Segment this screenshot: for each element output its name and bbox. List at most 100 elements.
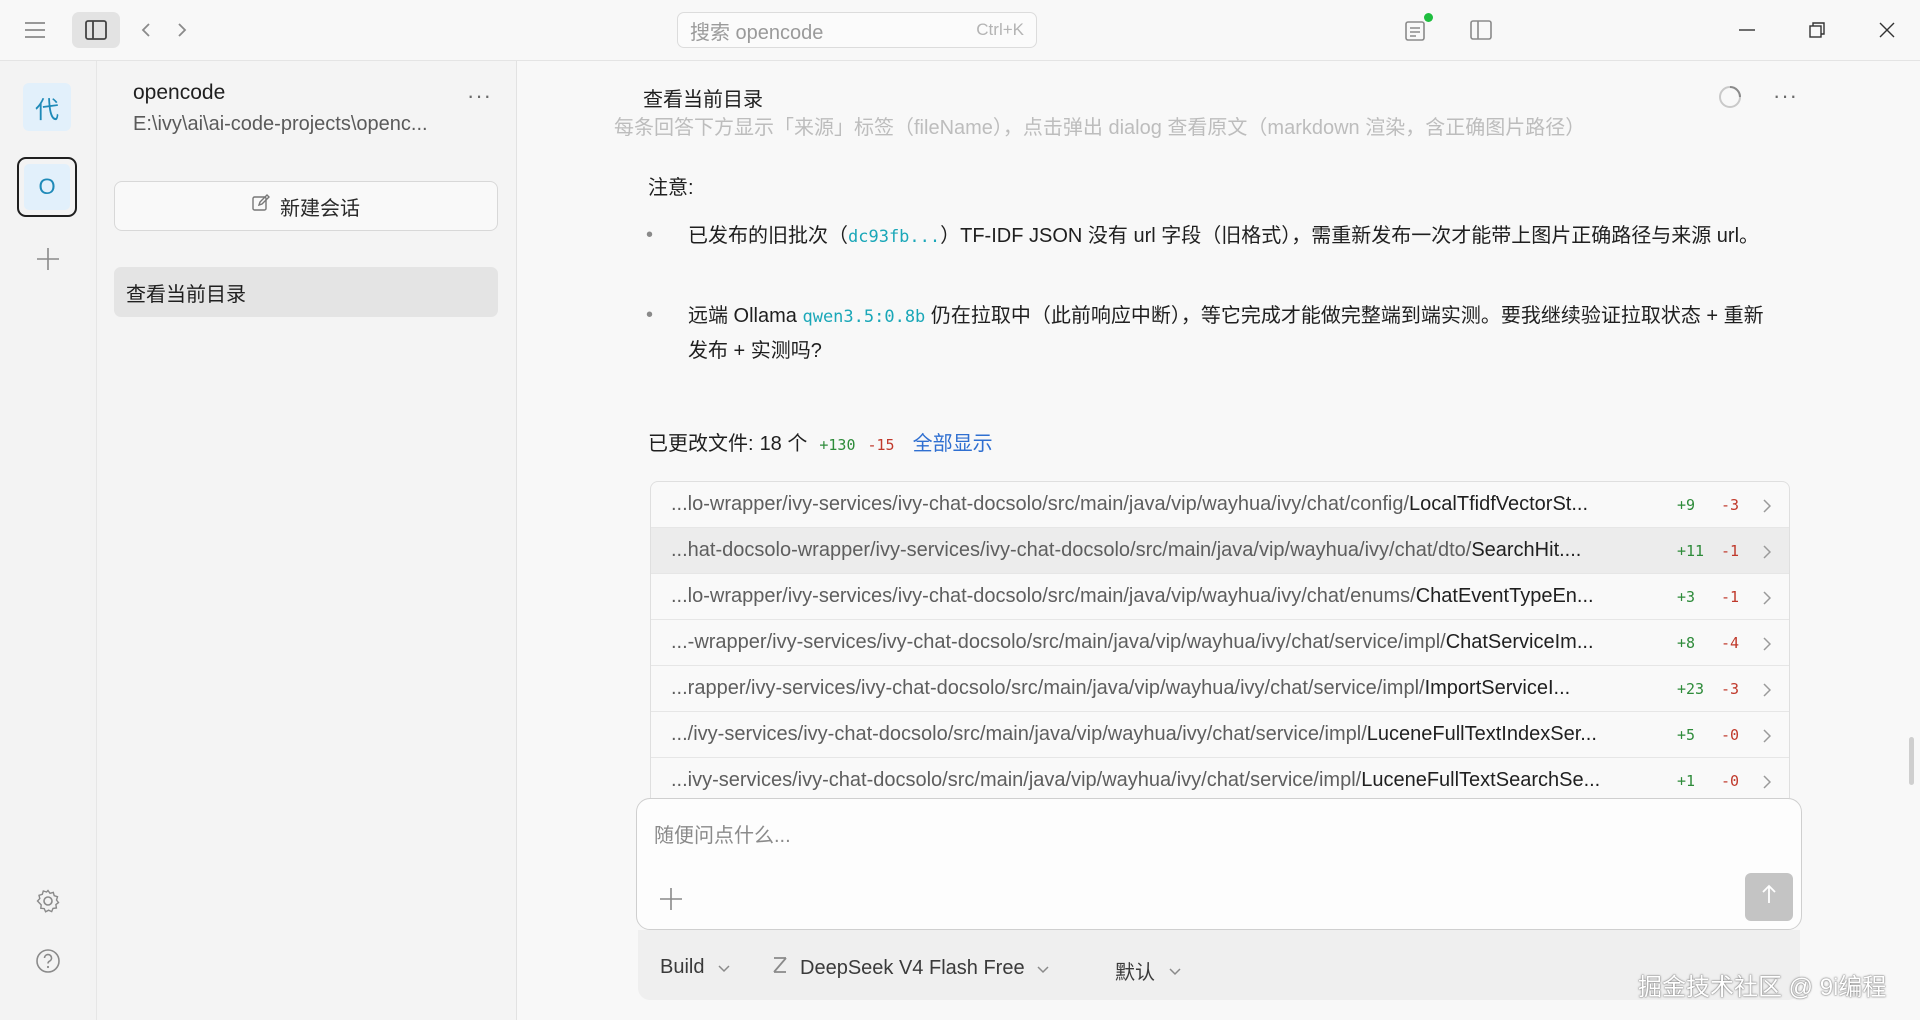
changed-files-summary: 已更改文件: 18 个 +130 -15 全部显示 [648, 427, 993, 456]
file-row[interactable]: ...-wrapper/ivy-services/ivy-chat-docsol… [651, 620, 1789, 666]
file-name: ChatServiceIm... [1445, 631, 1594, 653]
close-icon[interactable] [1875, 18, 1899, 42]
chevron-right-icon [1763, 542, 1772, 565]
agent-selector[interactable]: Build [660, 956, 731, 979]
file-row[interactable]: ...lo-wrapper/ivy-services/ivy-chat-docs… [651, 482, 1789, 528]
file-added: +9 [1677, 495, 1696, 514]
chevron-down-icon [1037, 957, 1049, 980]
model-label: DeepSeek V4 Flash Free [800, 956, 1025, 979]
file-row[interactable]: ...hat-docsolo-wrapper/ivy-services/ivy-… [651, 528, 1789, 574]
workspace-label: O [38, 174, 56, 199]
arrow-up-icon [1761, 884, 1777, 910]
chevron-down-icon [1169, 959, 1181, 982]
chevron-right-icon [1763, 772, 1772, 795]
project-name: opencode [133, 81, 226, 104]
workspace-item-dai[interactable]: 代 [23, 83, 71, 131]
file-dir: ...hat-docsolo-wrapper/ivy-services/ivy-… [671, 539, 1472, 561]
bullet-item: • 远端 Ollama qwen3.5:0.8b 仍在拉取中（此前响应中断），等… [646, 304, 1764, 362]
chevron-right-icon [1763, 634, 1772, 657]
workspace-label: 代 [35, 96, 59, 124]
note-label: 注意: [648, 177, 694, 199]
file-dir: ...rapper/ivy-services/ivy-chat-docsolo/… [671, 677, 1425, 699]
file-name: SearchHit.... [1471, 539, 1582, 561]
chevron-right-icon [1763, 680, 1772, 703]
workspace-rail: 代 O [0, 61, 97, 1020]
file-added: +23 [1677, 679, 1705, 698]
file-row[interactable]: ...lo-wrapper/ivy-services/ivy-chat-docs… [651, 574, 1789, 620]
edit-icon [252, 194, 270, 218]
session-panel: opencode ··· E:\ivy\ai\ai-code-projects\… [97, 61, 517, 1020]
file-removed: -1 [1721, 541, 1740, 560]
variant-selector[interactable]: 默认 [1115, 956, 1181, 985]
maximize-icon[interactable] [1805, 18, 1829, 42]
forward-icon[interactable] [172, 18, 192, 42]
chevron-right-icon [1763, 726, 1772, 749]
scrollbar-thumb[interactable] [1909, 737, 1914, 785]
file-dir: ...ivy-services/ivy-chat-docsolo/src/mai… [671, 769, 1362, 791]
bullet-item: • 已发布的旧批次（dc93fb...）TF-IDF JSON 没有 url 字… [646, 224, 1760, 247]
total-removed: -15 [867, 436, 895, 454]
status-dot [1424, 13, 1433, 22]
file-removed: -1 [1721, 587, 1740, 606]
conversation-title: 查看当前目录 [643, 89, 763, 111]
inline-code: dc93fb... [848, 227, 941, 247]
show-all-link[interactable]: 全部显示 [913, 427, 993, 456]
conversation-header: 查看当前目录 ··· [518, 61, 1920, 116]
back-icon[interactable] [136, 18, 156, 42]
chevron-right-icon [1763, 496, 1772, 519]
total-added: +130 [819, 436, 856, 454]
menu-icon[interactable] [22, 18, 48, 42]
file-row[interactable]: .../ivy-services/ivy-chat-docsolo/src/ma… [651, 712, 1789, 758]
file-removed: -3 [1721, 679, 1740, 698]
right-panel-icon[interactable] [1468, 17, 1494, 43]
file-row[interactable]: ...ivy-services/ivy-chat-docsolo/src/mai… [651, 758, 1789, 798]
search-input[interactable]: 搜索 opencode Ctrl+K [677, 12, 1037, 48]
project-path: E:\ivy\ai\ai-code-projects\openc... [133, 113, 428, 135]
search-shortcut: Ctrl+K [976, 20, 1024, 39]
bullet-text: 远端 Ollama [688, 305, 803, 327]
bullet-text: ）TF-IDF JSON 没有 url 字段（旧格式），需重新发布一次才能带上图… [940, 225, 1760, 247]
loading-spinner-icon [1718, 85, 1742, 115]
model-selector[interactable]: DeepSeek V4 Flash Free [772, 956, 1049, 980]
new-session-button[interactable]: 新建会话 [114, 181, 498, 231]
file-removed: -3 [1721, 495, 1740, 514]
add-attachment-icon[interactable] [659, 887, 683, 917]
composer: 随便问点什么... [636, 798, 1802, 930]
help-icon[interactable] [33, 946, 63, 976]
chevron-down-icon [718, 956, 731, 979]
settings-icon[interactable] [33, 886, 63, 916]
workspace-item-opencode[interactable]: O [17, 157, 77, 217]
prompt-input[interactable]: 随便问点什么... [654, 819, 791, 848]
sidebar-toggle-icon[interactable] [72, 12, 120, 48]
file-added: +3 [1677, 587, 1696, 606]
minimize-icon[interactable] [1735, 18, 1759, 42]
session-item[interactable]: 查看当前目录 [114, 267, 498, 317]
add-workspace-icon[interactable] [34, 245, 62, 273]
chevron-right-icon [1763, 588, 1772, 611]
watermark: 掘金技术社区 @ 9i编程 [1638, 974, 1887, 1001]
file-added: +1 [1677, 771, 1696, 790]
file-added: +8 [1677, 633, 1696, 652]
file-name: ImportServiceI... [1424, 677, 1571, 699]
changed-files-count: 18 个 [759, 433, 808, 455]
inline-code: qwen3.5:0.8b [802, 307, 926, 327]
file-dir: ...lo-wrapper/ivy-services/ivy-chat-docs… [671, 493, 1410, 515]
clipped-text: 每条回答下方显示「来源」标签（fileName），点击弹出 dialog 查看原… [614, 117, 1586, 139]
file-row[interactable]: ...rapper/ivy-services/ivy-chat-docsolo/… [651, 666, 1789, 712]
file-added: +5 [1677, 725, 1696, 744]
file-added: +11 [1677, 541, 1705, 560]
variant-label: 默认 [1115, 962, 1155, 984]
conversation-area: 每条回答下方显示「来源」标签（fileName），点击弹出 dialog 查看原… [518, 61, 1920, 1020]
model-provider-icon [772, 956, 788, 980]
session-title: 查看当前目录 [126, 283, 246, 306]
more-icon[interactable]: ··· [1773, 83, 1798, 109]
file-dir: ...lo-wrapper/ivy-services/ivy-chat-docs… [671, 585, 1416, 607]
changed-files-list: ...lo-wrapper/ivy-services/ivy-chat-docs… [650, 481, 1790, 798]
send-button[interactable] [1745, 873, 1793, 921]
bullet-text: 已发布的旧批次（ [688, 225, 848, 247]
file-removed: -4 [1721, 633, 1740, 652]
new-session-label: 新建会话 [280, 197, 360, 220]
changed-files-label: 已更改文件: [648, 433, 754, 455]
file-name: LuceneFullTextIndexSer... [1366, 723, 1597, 745]
more-icon[interactable]: ··· [467, 83, 492, 109]
